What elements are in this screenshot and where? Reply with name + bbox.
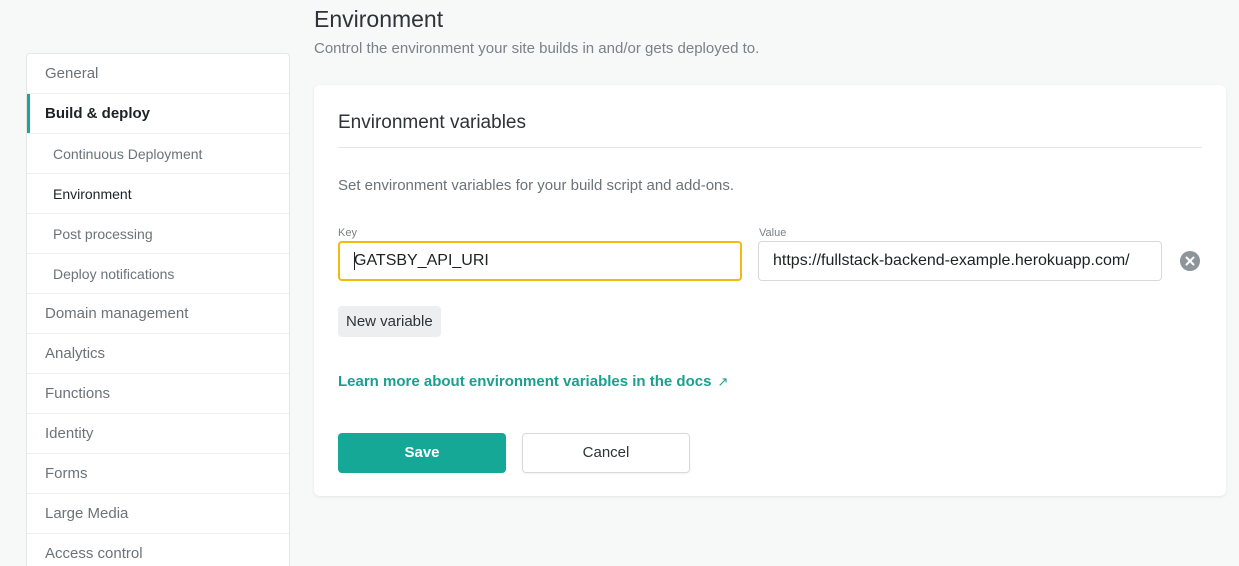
sidebar-item-environment[interactable]: Environment xyxy=(27,174,289,214)
sidebar-item-deploy-notifications[interactable]: Deploy notifications xyxy=(27,254,289,294)
sidebar-item-identity[interactable]: Identity xyxy=(27,414,289,454)
key-input[interactable]: GATSBY_API_URI xyxy=(338,241,742,281)
sidebar-item-general[interactable]: General xyxy=(27,54,289,94)
environment-variables-card: Environment variables Set environment va… xyxy=(314,85,1226,496)
value-input[interactable]: https://fullstack-backend-example.heroku… xyxy=(758,241,1162,281)
external-arrow-icon: ↗ xyxy=(717,374,729,389)
sidebar-item-large-media[interactable]: Large Media xyxy=(27,494,289,534)
sidebar-item-domain-management[interactable]: Domain management xyxy=(27,294,289,334)
save-button[interactable]: Save xyxy=(338,433,506,473)
page: Environment Control the environment your… xyxy=(0,0,1239,566)
sidebar-item-forms[interactable]: Forms xyxy=(27,454,289,494)
close-icon xyxy=(1185,256,1195,266)
key-label: Key xyxy=(338,227,357,239)
page-title: Environment xyxy=(314,6,444,32)
value-label: Value xyxy=(759,227,787,239)
sidebar-item-post-processing[interactable]: Post processing xyxy=(27,214,289,254)
sidebar-item-continuous-deployment[interactable]: Continuous Deployment xyxy=(27,134,289,174)
sidebar-item-analytics[interactable]: Analytics xyxy=(27,334,289,374)
docs-link[interactable]: Learn more about environment variables i… xyxy=(338,373,728,390)
sidebar-item-functions[interactable]: Functions xyxy=(27,374,289,414)
docs-link-label: Learn more about environment variables i… xyxy=(338,373,712,390)
remove-variable-button[interactable] xyxy=(1180,251,1200,271)
sidebar-nav: General Build & deploy Continuous Deploy… xyxy=(26,53,290,566)
sidebar-item-access-control[interactable]: Access control xyxy=(27,534,289,566)
card-divider xyxy=(338,147,1202,148)
sidebar-item-build-deploy[interactable]: Build & deploy xyxy=(27,94,289,134)
key-input-value: GATSBY_API_URI xyxy=(354,252,489,269)
card-description: Set environment variables for your build… xyxy=(338,177,735,194)
card-title: Environment variables xyxy=(338,112,526,133)
new-variable-button[interactable]: New variable xyxy=(338,306,441,337)
page-subtitle: Control the environment your site builds… xyxy=(314,40,760,57)
cancel-button[interactable]: Cancel xyxy=(522,433,690,473)
